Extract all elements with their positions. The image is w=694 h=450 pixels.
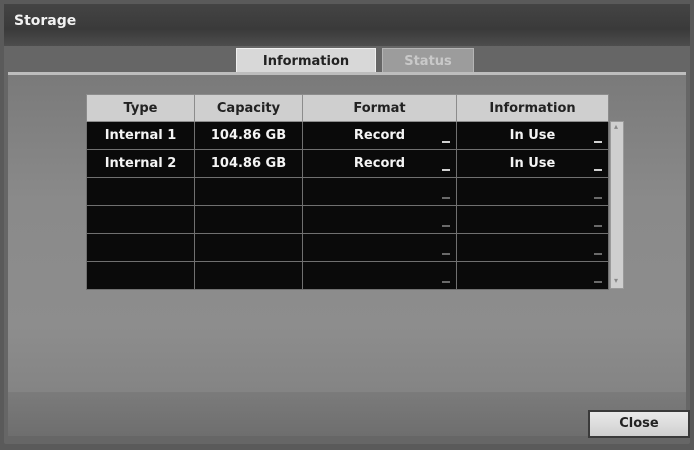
table-header-row: Type Capacity Format Information xyxy=(86,94,609,122)
dropdown-marker-icon[interactable] xyxy=(442,141,450,143)
tab-divider xyxy=(8,72,686,75)
dropdown-marker-icon[interactable] xyxy=(594,281,602,283)
scroll-down-arrow-icon[interactable]: ▾ xyxy=(614,277,620,285)
information-value: In Use xyxy=(509,128,556,143)
table-row[interactable]: Internal 1 104.86 GB Record In Use xyxy=(86,121,609,150)
title-bar: Storage xyxy=(4,4,690,46)
column-header-format: Format xyxy=(302,94,457,122)
cell-information[interactable]: In Use xyxy=(456,121,609,150)
cell-capacity: 104.86 GB xyxy=(194,121,303,150)
dropdown-marker-icon[interactable] xyxy=(594,253,602,255)
table-row[interactable] xyxy=(86,205,609,234)
cell-capacity xyxy=(194,233,303,262)
table-row[interactable]: Internal 2 104.86 GB Record In Use xyxy=(86,149,609,178)
cell-type xyxy=(86,205,195,234)
dropdown-marker-icon[interactable] xyxy=(442,197,450,199)
dropdown-marker-icon[interactable] xyxy=(594,197,602,199)
window-title: Storage xyxy=(14,13,77,29)
column-header-information: Information xyxy=(456,94,609,122)
cell-information[interactable] xyxy=(456,177,609,206)
dropdown-marker-icon[interactable] xyxy=(594,141,602,143)
tab-information[interactable]: Information xyxy=(236,48,376,74)
cell-information[interactable] xyxy=(456,233,609,262)
cell-format[interactable] xyxy=(302,177,457,206)
scroll-up-arrow-icon[interactable]: ▴ xyxy=(614,123,620,131)
dropdown-marker-icon[interactable] xyxy=(594,225,602,227)
cell-format[interactable] xyxy=(302,205,457,234)
footer-band xyxy=(8,392,686,436)
cell-capacity: 104.86 GB xyxy=(194,149,303,178)
cell-type xyxy=(86,261,195,290)
cell-capacity xyxy=(194,177,303,206)
dropdown-marker-icon[interactable] xyxy=(442,281,450,283)
cell-type: Internal 2 xyxy=(86,149,195,178)
table-row[interactable] xyxy=(86,261,609,290)
column-header-type: Type xyxy=(86,94,195,122)
format-value: Record xyxy=(353,156,406,171)
dropdown-marker-icon[interactable] xyxy=(442,253,450,255)
format-value: Record xyxy=(353,128,406,143)
dropdown-marker-icon[interactable] xyxy=(594,169,602,171)
information-value: In Use xyxy=(509,156,556,171)
cell-format[interactable]: Record xyxy=(302,121,457,150)
cell-capacity xyxy=(194,205,303,234)
table-scrollbar[interactable]: ▴ ▾ xyxy=(610,121,624,289)
cell-format[interactable]: Record xyxy=(302,149,457,178)
cell-format[interactable] xyxy=(302,261,457,290)
column-header-capacity: Capacity xyxy=(194,94,303,122)
cell-format[interactable] xyxy=(302,233,457,262)
storage-window: Storage Information Status Type Capacity… xyxy=(0,0,694,450)
cell-information[interactable] xyxy=(456,261,609,290)
tab-status[interactable]: Status xyxy=(382,48,474,74)
cell-information[interactable]: In Use xyxy=(456,149,609,178)
cell-capacity xyxy=(194,261,303,290)
cell-information[interactable] xyxy=(456,205,609,234)
cell-type xyxy=(86,177,195,206)
table-row[interactable] xyxy=(86,233,609,262)
dropdown-marker-icon[interactable] xyxy=(442,225,450,227)
cell-type xyxy=(86,233,195,262)
storage-table-container: Type Capacity Format Information Interna… xyxy=(86,94,626,294)
storage-table: Type Capacity Format Information Interna… xyxy=(86,94,609,290)
cell-type: Internal 1 xyxy=(86,121,195,150)
close-button[interactable]: Close xyxy=(588,410,690,438)
table-row[interactable] xyxy=(86,177,609,206)
dropdown-marker-icon[interactable] xyxy=(442,169,450,171)
